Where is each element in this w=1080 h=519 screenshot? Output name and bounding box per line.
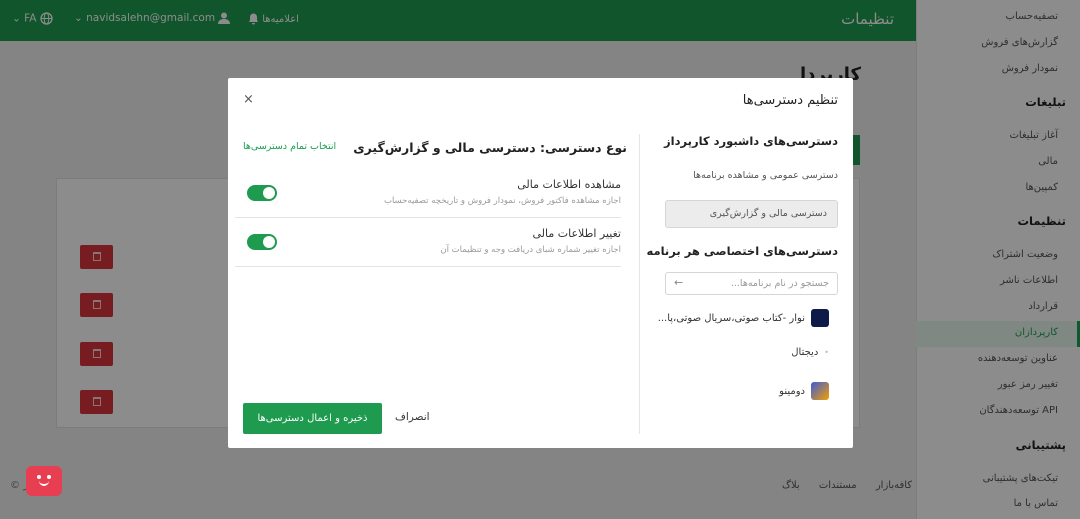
cancel-button[interactable]: انصراف [395, 411, 430, 423]
app-name: دومینو [779, 385, 805, 397]
permission-description: اجازه تغییر شماره شبای دریافت وجه و تنظی… [440, 245, 621, 255]
dashboard-access-heading: دسترسی‌های داشبورد کارپرداز [664, 134, 838, 148]
permission-title: تغییر اطلاعات مالی [532, 227, 621, 240]
app-search-input[interactable]: جستجو در نام برنامه‌ها... ← [665, 272, 838, 295]
chat-face-eye [47, 475, 51, 479]
edit-financial-toggle[interactable] [247, 234, 277, 250]
permission-description: اجازه مشاهده فاکتور فروش، نمودار فروش و … [383, 196, 621, 206]
modal-title: تنظیم دسترسی‌ها [742, 93, 838, 108]
general-access-option[interactable]: دسترسی عمومی و مشاهده برنامه‌ها [693, 170, 838, 181]
save-button[interactable]: ذخیره و اعمال دسترسی‌ها [243, 403, 382, 434]
column-divider [639, 134, 640, 434]
app-item[interactable]: دومینو [779, 382, 829, 400]
access-type-heading: نوع دسترسی: دسترسی مالی و گزارش‌گیری [353, 140, 627, 155]
view-financial-toggle[interactable] [247, 185, 277, 201]
dot-icon: • [824, 348, 829, 357]
permission-title: مشاهده اطلاعات مالی [517, 178, 621, 191]
app-name: دیجتال [791, 347, 819, 358]
chat-face-mouth [39, 481, 49, 486]
arrow-left-icon: ← [674, 276, 684, 289]
financial-access-option[interactable]: دسترسی مالی و گزارش‌گیری [665, 200, 838, 228]
chat-widget-button[interactable] [26, 466, 62, 496]
app-icon-domino [811, 382, 829, 400]
permission-row: تغییر اطلاعات مالی اجازه تغییر شماره شبا… [235, 218, 621, 267]
chat-face-eye [37, 475, 41, 479]
app-item[interactable]: • دیجتال [791, 347, 829, 358]
app-name: نوار -کتاب صوتی،سریال صوتی،پا... [657, 312, 805, 324]
permissions-modal: تنظیم دسترسی‌ها × دسترسی‌های داشبورد کار… [228, 78, 853, 448]
app-icon-navaar [811, 309, 829, 327]
app-access-heading: دسترسی‌های اختصاصی هر برنامه [646, 244, 839, 258]
close-icon[interactable]: × [243, 92, 254, 107]
search-placeholder: جستجو در نام برنامه‌ها... [730, 278, 829, 289]
permission-row: مشاهده اطلاعات مالی اجازه مشاهده فاکتور … [235, 169, 621, 218]
select-all-link[interactable]: انتخاب تمام دسترسی‌ها [243, 141, 336, 152]
app-item[interactable]: نوار -کتاب صوتی،سریال صوتی،پا... [658, 309, 829, 327]
